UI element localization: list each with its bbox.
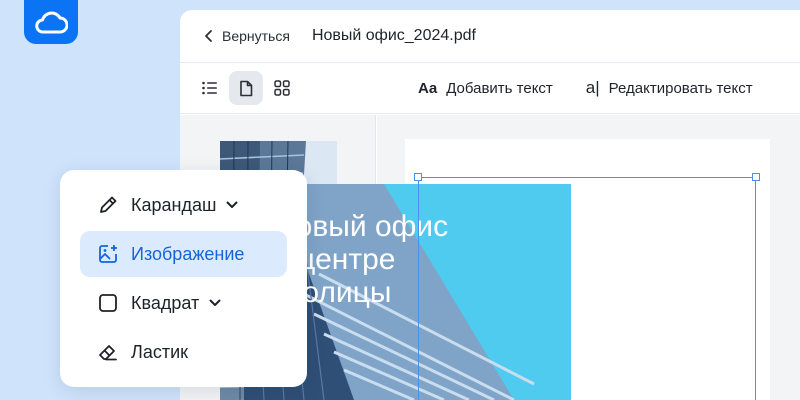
view-grid-button[interactable] (265, 71, 299, 105)
tool-pencil[interactable]: Карандаш (80, 182, 287, 228)
back-button-label: Вернуться (222, 28, 290, 44)
chevron-down-icon[interactable] (226, 201, 238, 209)
grid-icon (274, 80, 290, 96)
view-page-button[interactable] (229, 71, 263, 105)
top-bar: Вернуться Новый офис_2024.pdf (180, 10, 800, 62)
file-title: Новый офис_2024.pdf (311, 27, 476, 44)
app-logo[interactable] (24, 0, 78, 44)
add-text-button[interactable]: Aa Добавить текст (418, 80, 553, 97)
tool-label: Ластик (131, 341, 188, 362)
text-cursor-icon: a| (585, 78, 600, 97)
square-icon (97, 292, 119, 314)
tool-label: Квадрат (131, 292, 200, 313)
edit-text-button[interactable]: a| Редактировать текст (586, 78, 753, 98)
tool-square[interactable]: Квадрат (80, 280, 287, 326)
chevron-down-icon[interactable] (209, 299, 221, 307)
tools-panel: Карандаш Изображение Квадрат Ластик (60, 170, 307, 387)
selection-frame[interactable] (418, 177, 756, 400)
tool-eraser[interactable]: Ластик (80, 329, 287, 375)
view-list-button[interactable] (193, 71, 227, 105)
page-icon (240, 80, 253, 96)
toolbar: Aa Добавить текст a| Редактировать текст (180, 62, 800, 114)
add-text-label: Добавить текст (446, 79, 553, 97)
edit-text-label: Редактировать текст (608, 79, 753, 97)
pencil-icon (97, 194, 119, 216)
cloud-icon (35, 11, 68, 34)
tool-label: Изображение (131, 243, 245, 264)
eraser-icon (97, 341, 119, 363)
chevron-left-icon (205, 30, 212, 42)
list-icon (202, 81, 217, 95)
tool-label: Карандаш (131, 194, 217, 215)
image-add-icon (97, 243, 119, 265)
tool-image[interactable]: Изображение (80, 231, 287, 277)
back-button[interactable]: Вернуться (204, 28, 290, 44)
resize-handle[interactable] (414, 173, 422, 181)
add-text-icon: Aa (418, 79, 438, 97)
resize-handle[interactable] (752, 173, 760, 181)
